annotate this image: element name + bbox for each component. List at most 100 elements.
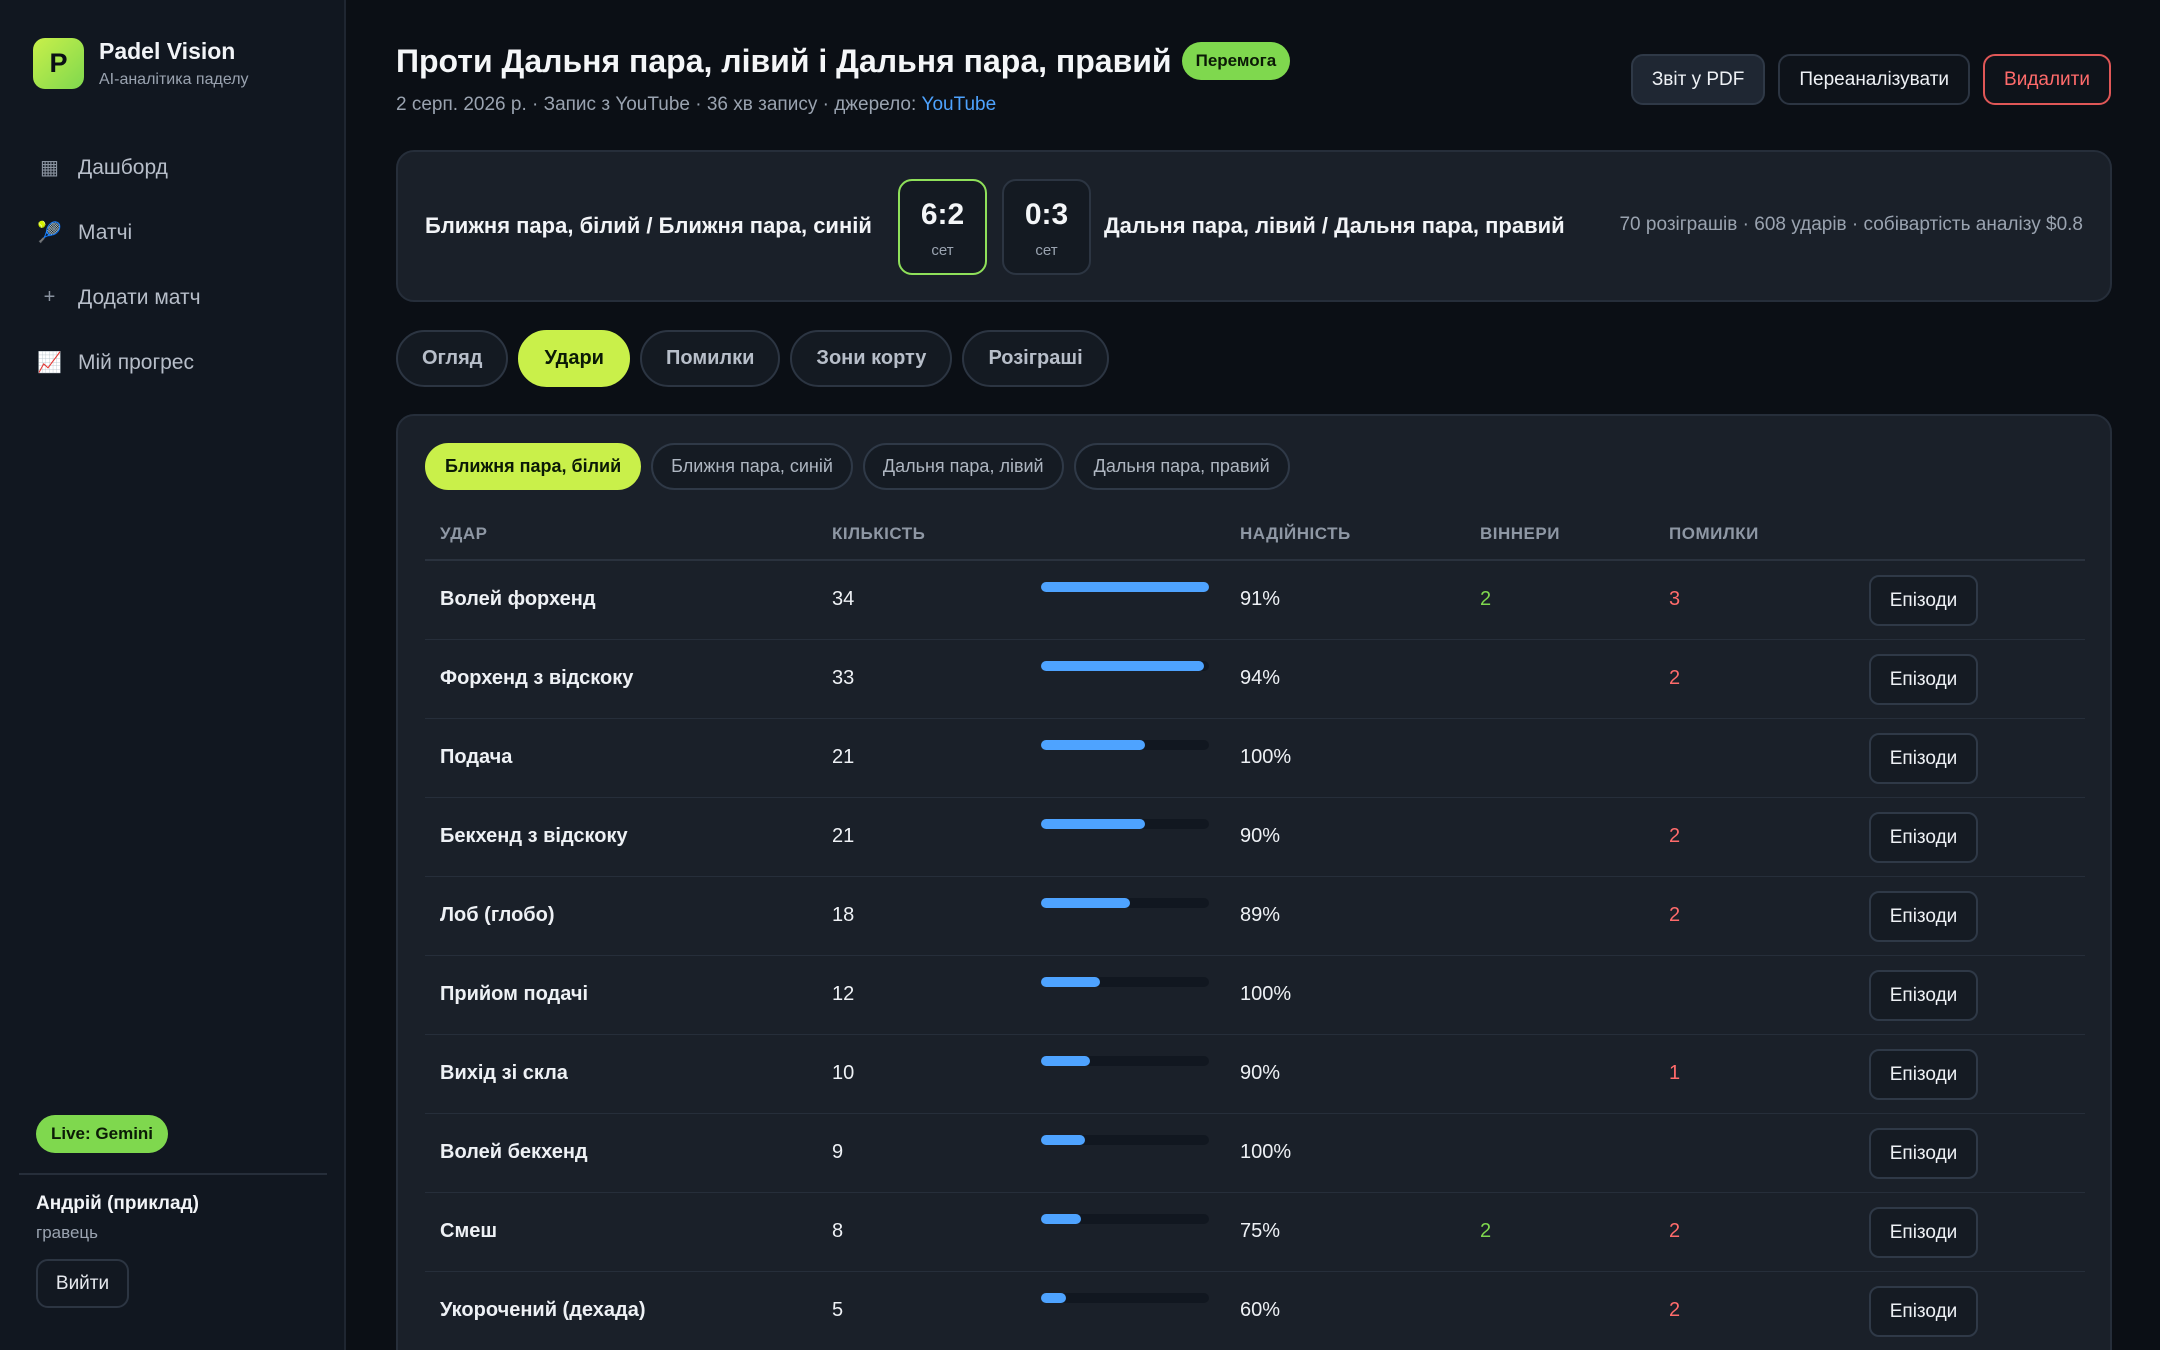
user-name: Андрій (приклад) bbox=[36, 1193, 199, 1214]
episodes-button[interactable]: Епізоди bbox=[1869, 1049, 1978, 1100]
episodes-button[interactable]: Епізоди bbox=[1869, 812, 1978, 863]
stroke-name: Смеш bbox=[440, 1220, 498, 1242]
stroke-reliability: 100% bbox=[1240, 1141, 1292, 1163]
reanalyze-button[interactable]: Переаналізувати bbox=[1778, 54, 1971, 105]
score-card: Ближня пара, білий / Ближня пара, синій … bbox=[396, 150, 2112, 302]
stroke-errors: 3 bbox=[1669, 588, 1681, 610]
episodes-button[interactable]: Епізоди bbox=[1869, 575, 1978, 626]
stroke-errors: 2 bbox=[1669, 904, 1681, 926]
brand-subtitle: AI-аналітика паделу bbox=[99, 71, 249, 88]
stroke-name: Подача bbox=[440, 746, 513, 768]
table-row: Смеш 8 75% 2 2 Епізоди bbox=[425, 1193, 2085, 1272]
set-score-box: 0:3 сет bbox=[1002, 179, 1091, 275]
sidebar-item-add-match[interactable]: + Додати матч bbox=[33, 265, 201, 330]
stroke-reliability: 100% bbox=[1240, 983, 1292, 1005]
stroke-reliability: 89% bbox=[1240, 904, 1281, 926]
stroke-count: 9 bbox=[832, 1141, 844, 1163]
table-row: Форхенд з відскоку 33 94% 2 Епізоди bbox=[425, 640, 2085, 719]
count-bar-fill bbox=[1041, 1056, 1091, 1066]
count-bar-track bbox=[1041, 1135, 1209, 1145]
match-meta: 2 серп. 2026 р. · Запис з YouTube · 36 х… bbox=[396, 94, 996, 116]
tab-errors[interactable]: Помилки bbox=[639, 330, 781, 387]
live-status-badge: Live: Gemini bbox=[36, 1115, 169, 1153]
match-stats: 70 розіграшів · 608 ударів · собівартіст… bbox=[1619, 214, 2083, 235]
chart-icon: 📈 bbox=[37, 352, 62, 374]
count-bar-track bbox=[1041, 582, 1209, 592]
tab-rallies[interactable]: Розіграші bbox=[962, 330, 1109, 387]
set-label: сет bbox=[1035, 242, 1058, 259]
away-team: Дальня пара, лівий / Дальня пара, правий bbox=[1104, 213, 1565, 238]
sidebar-item-progress[interactable]: 📈 Мій прогрес bbox=[33, 330, 201, 395]
sidebar-item-label: Матчі bbox=[78, 220, 133, 244]
stroke-name: Укорочений (дехада) bbox=[440, 1299, 646, 1321]
player-tab-far-right[interactable]: Дальня пара, правий bbox=[1073, 443, 1290, 490]
count-bar-track bbox=[1041, 1214, 1209, 1224]
episodes-button[interactable]: Епізоди bbox=[1869, 1286, 1978, 1337]
tab-overview[interactable]: Огляд bbox=[396, 330, 509, 387]
column-header-stroke: УДАР bbox=[440, 524, 488, 543]
sidebar-item-dashboard[interactable]: ▦ Дашборд bbox=[33, 135, 201, 200]
page-title: Проти Дальня пара, лівий і Дальня пара, … bbox=[396, 42, 1291, 80]
set-score-box: 6:2 сет bbox=[898, 179, 987, 275]
player-tab-near-white[interactable]: Ближня пара, білий bbox=[425, 443, 642, 490]
stroke-name: Прийом подачі bbox=[440, 983, 589, 1005]
dashboard-icon: ▦ bbox=[40, 157, 59, 179]
stroke-count: 33 bbox=[832, 667, 855, 689]
source-link[interactable]: YouTube bbox=[922, 94, 997, 115]
table-row: Волей бекхенд 9 100% Епізоди bbox=[425, 1114, 2085, 1193]
player-tab-near-blue[interactable]: Ближня пара, синій bbox=[651, 443, 853, 490]
result-badge: Перемога bbox=[1181, 42, 1291, 80]
episodes-button[interactable]: Епізоди bbox=[1869, 733, 1978, 784]
stroke-name: Волей форхенд bbox=[440, 588, 596, 610]
column-header-reliability: НАДІЙНІСТЬ bbox=[1240, 524, 1351, 543]
stroke-errors: 1 bbox=[1669, 1062, 1681, 1084]
count-bar-track bbox=[1041, 977, 1209, 987]
match-tabs: Огляд Удари Помилки Зони корту Розіграші bbox=[396, 330, 1109, 387]
count-bar-fill bbox=[1041, 1214, 1081, 1224]
set-label: сет bbox=[931, 242, 954, 259]
pdf-report-button[interactable]: Звіт у PDF bbox=[1630, 54, 1766, 105]
table-header: УДАР КІЛЬКІСТЬ НАДІЙНІСТЬ ВІННЕРИ ПОМИЛК… bbox=[425, 512, 2085, 561]
stroke-errors: 2 bbox=[1669, 1220, 1681, 1242]
stroke-reliability: 94% bbox=[1240, 667, 1281, 689]
count-bar-fill bbox=[1041, 582, 1209, 592]
episodes-button[interactable]: Епізоди bbox=[1869, 1207, 1978, 1258]
header-actions: Звіт у PDF Переаналізувати Видалити bbox=[1630, 54, 2111, 105]
count-bar-track bbox=[1041, 819, 1209, 829]
count-bar-track bbox=[1041, 661, 1209, 671]
sidebar-item-label: Додати матч bbox=[78, 285, 201, 309]
column-header-winners: ВІННЕРИ bbox=[1480, 524, 1560, 543]
count-bar-track bbox=[1041, 740, 1209, 750]
stroke-reliability: 60% bbox=[1240, 1299, 1281, 1321]
logout-button[interactable]: Вийти bbox=[36, 1259, 129, 1308]
episodes-button[interactable]: Епізоди bbox=[1869, 1128, 1978, 1179]
table-row: Волей форхенд 34 91% 2 3 Епізоди bbox=[425, 561, 2085, 640]
tab-strokes[interactable]: Удари bbox=[518, 330, 630, 387]
sidebar: P Padel Vision AI-аналітика паделу ▦ Даш… bbox=[0, 0, 346, 1350]
plus-icon: + bbox=[43, 286, 56, 308]
delete-button[interactable]: Видалити bbox=[1983, 54, 2111, 105]
player-tab-far-left[interactable]: Дальня пара, лівий bbox=[862, 443, 1064, 490]
sidebar-nav: ▦ Дашборд 🎾 Матчі + Додати матч 📈 Мій пр… bbox=[33, 135, 201, 395]
column-header-errors: ПОМИЛКИ bbox=[1669, 524, 1759, 543]
brand[interactable]: P Padel Vision AI-аналітика паделу bbox=[33, 38, 249, 89]
episodes-button[interactable]: Епізоди bbox=[1869, 970, 1978, 1021]
stroke-name: Бекхенд з відскоку bbox=[440, 825, 628, 847]
stroke-reliability: 91% bbox=[1240, 588, 1281, 610]
meta-text: 2 серп. 2026 р. · Запис з YouTube · 36 х… bbox=[396, 94, 922, 115]
racket-icon: 🎾 bbox=[37, 222, 62, 244]
sidebar-item-matches[interactable]: 🎾 Матчі bbox=[33, 200, 201, 265]
match-title: Проти Дальня пара, лівий і Дальня пара, … bbox=[396, 42, 1172, 79]
brand-title: Padel Vision bbox=[99, 38, 236, 64]
tab-court-zones[interactable]: Зони корту bbox=[790, 330, 953, 387]
episodes-button[interactable]: Епізоди bbox=[1869, 891, 1978, 942]
count-bar-fill bbox=[1041, 1293, 1066, 1303]
count-bar-track bbox=[1041, 1056, 1209, 1066]
count-bar-track bbox=[1041, 898, 1209, 908]
episodes-button[interactable]: Епізоди bbox=[1869, 654, 1978, 705]
column-header-count: КІЛЬКІСТЬ bbox=[832, 524, 926, 543]
stroke-errors: 2 bbox=[1669, 667, 1681, 689]
stroke-errors: 2 bbox=[1669, 1299, 1681, 1321]
table-row: Укорочений (дехада) 5 60% 2 Епізоди bbox=[425, 1272, 2085, 1350]
stroke-name: Вихід зі скла bbox=[440, 1062, 568, 1084]
